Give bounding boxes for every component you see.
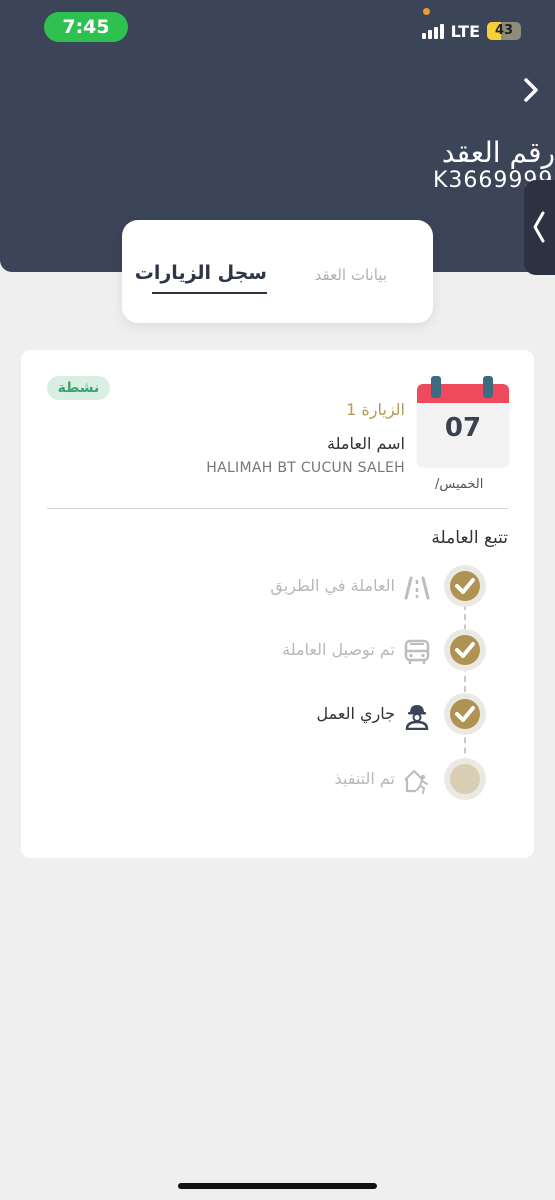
status-time: 7:45 xyxy=(44,12,128,42)
step-status-circle xyxy=(444,758,486,800)
divider xyxy=(47,508,508,509)
step-label: العاملة في الطريق xyxy=(270,576,395,595)
visit-title: الزيارة 1 xyxy=(346,400,405,419)
step-status-circle xyxy=(444,565,486,607)
visit-weekday: الخميس/ xyxy=(435,477,484,492)
house-exit-icon xyxy=(404,769,428,794)
battery-icon: 43 xyxy=(487,22,521,40)
contract-label: رقم العقد xyxy=(441,136,555,169)
check-icon xyxy=(455,706,475,722)
calendar-day: 07 xyxy=(444,413,482,443)
visit-card: نشطة 07 الخميس/ الزيارة 1 اسم العاملة HA… xyxy=(21,350,534,858)
tracking-title: تتبع العاملة xyxy=(431,528,508,548)
side-drawer-handle[interactable] xyxy=(524,180,555,275)
calendar-ring-left xyxy=(431,376,441,398)
step-label: تم التنفيذ xyxy=(334,769,395,788)
tracking-step: جاري العمل xyxy=(21,693,534,737)
privacy-indicator-dot xyxy=(423,8,430,15)
signal-icon xyxy=(421,23,444,39)
tracking-step: العاملة في الطريق xyxy=(21,565,534,609)
tab-visits-log[interactable]: سجل الزيارات xyxy=(135,262,267,284)
tabs-card: سجل الزيارات بيانات العقد xyxy=(122,220,433,323)
tab-active-underline xyxy=(152,292,267,294)
tab-contract-data[interactable]: بيانات العقد xyxy=(315,266,387,284)
step-status-circle xyxy=(444,629,486,671)
tracking-step: تم التنفيذ xyxy=(21,758,534,802)
status-icons: LTE 43 xyxy=(421,18,521,44)
network-type: LTE xyxy=(450,21,480,41)
step-label: جاري العمل xyxy=(316,704,395,723)
step-status-circle xyxy=(444,693,486,735)
battery-level: 43 xyxy=(494,23,514,38)
road-icon xyxy=(404,576,430,600)
check-icon xyxy=(455,642,475,658)
worker-name: HALIMAH BT CUCUN SALEH xyxy=(206,460,405,476)
calendar-ring-right xyxy=(483,376,493,398)
home-indicator[interactable] xyxy=(178,1183,377,1189)
worker-name-label: اسم العاملة xyxy=(327,434,405,453)
status-badge: نشطة xyxy=(47,376,110,400)
chevron-right-icon[interactable] xyxy=(521,76,541,104)
step-label: تم توصيل العاملة xyxy=(282,640,395,659)
tracking-step: تم توصيل العاملة xyxy=(21,629,534,673)
bus-icon xyxy=(404,639,430,664)
chevron-left-icon xyxy=(533,211,545,243)
worker-icon xyxy=(405,705,429,730)
check-icon xyxy=(455,578,475,594)
